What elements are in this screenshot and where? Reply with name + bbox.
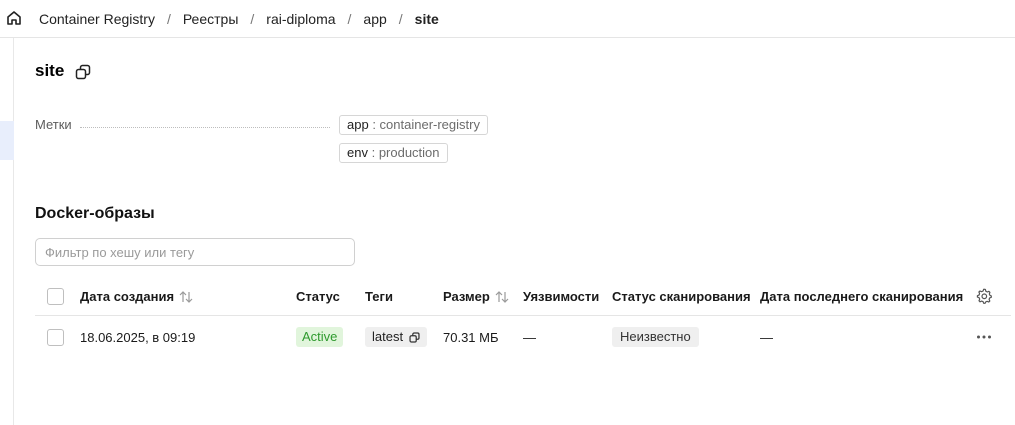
breadcrumb-registry[interactable]: rai-diploma [266,11,335,27]
column-header-created[interactable]: Дата создания [80,289,193,304]
breadcrumb-container-registry[interactable]: Container Registry [39,11,155,27]
column-header-label: Дата создания [80,289,175,304]
label-chip-key: app [347,117,369,132]
breadcrumb: Container Registry / Реестры / rai-diplo… [39,0,439,37]
column-header-label: Размер [443,289,490,304]
copy-icon[interactable] [75,64,91,80]
page-title: site [35,61,65,80]
cell-size: 70.31 МБ [443,330,499,345]
breadcrumb-separator: / [250,10,255,27]
select-all-checkbox[interactable] [47,288,64,305]
column-header-scan-status: Статус сканирования [612,289,751,304]
column-header-vulnerabilities: Уязвимости [523,289,600,304]
breadcrumb-repository[interactable]: app [363,11,386,27]
column-header-size[interactable]: Размер [443,289,509,304]
label-chip[interactable]: env : production [339,143,448,163]
more-icon[interactable] [975,330,993,344]
top-bar: Container Registry / Реестры / rai-diplo… [0,0,1015,38]
breadcrumb-separator: / [398,10,403,27]
gear-icon[interactable] [976,288,992,304]
label-chip-value: container-registry [379,117,480,132]
label-chip-key: env [347,145,368,160]
cell-created: 18.06.2025, в 09:19 [80,330,196,345]
breadcrumb-current: site [414,10,439,27]
left-rail-active-item[interactable] [0,121,14,160]
home-icon[interactable] [5,9,23,27]
breadcrumb-registries[interactable]: Реестры [183,11,239,27]
scan-status-badge: Неизвестно [612,327,699,347]
status-badge: Active [296,327,344,347]
tag-badge[interactable]: latest [365,327,428,347]
sort-icon[interactable] [495,290,509,303]
table-header-divider [35,315,1011,316]
label-chip-separator: : [367,145,379,160]
label-chip[interactable]: app : container-registry [339,115,488,135]
column-header-last-scan: Дата последнего сканирования [760,289,964,304]
breadcrumb-separator: / [347,10,352,27]
labels-leader-line [80,127,330,128]
sort-icon[interactable] [179,290,193,303]
tag-label: latest [372,329,404,344]
label-chip-value: production [378,145,440,160]
filter-input[interactable] [35,238,355,266]
section-title-docker-images: Docker-образы [35,205,155,222]
column-header-tags: Теги [365,289,393,304]
labels-key: Метки [35,117,72,132]
cell-vulnerabilities: — [523,330,536,345]
row-checkbox[interactable] [47,329,64,346]
cell-last-scan: — [760,330,773,345]
left-rail [0,38,14,425]
breadcrumb-separator: / [166,10,171,27]
label-chip-separator: : [368,117,380,132]
copy-icon[interactable] [409,331,420,343]
column-header-status: Статус [296,289,340,304]
